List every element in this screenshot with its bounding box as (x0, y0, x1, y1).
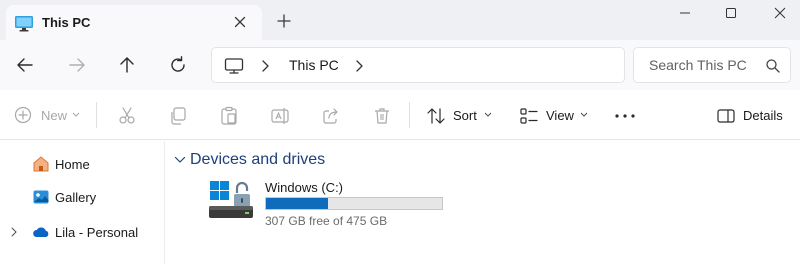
tab-title: This PC (42, 15, 91, 30)
drive-usage-bar (265, 197, 443, 210)
chevron-right-icon[interactable] (259, 58, 271, 74)
view-list-icon (520, 108, 538, 124)
cut-button[interactable] (117, 90, 137, 140)
tab-this-pc[interactable]: This PC (6, 5, 262, 40)
paste-button[interactable] (219, 90, 239, 140)
gallery-icon (33, 190, 49, 204)
sidebar-item-label: Gallery (55, 190, 97, 205)
onedrive-cloud-icon (33, 227, 49, 237)
details-button[interactable]: Details (716, 90, 792, 140)
more-icon (615, 114, 635, 118)
view-button-label: View (546, 108, 574, 123)
chevron-right-icon[interactable] (353, 58, 365, 74)
address-bar[interactable]: This PC (211, 47, 625, 83)
chevron-down-icon (580, 112, 588, 117)
sidebar-item-home[interactable]: Home (0, 149, 165, 179)
sidebar-item-label: Lila - Personal (55, 225, 139, 240)
home-icon (33, 156, 49, 172)
drive-icon (209, 181, 253, 218)
chevron-right-icon[interactable] (9, 227, 19, 237)
close-icon[interactable] (230, 12, 250, 32)
paste-icon (221, 106, 237, 125)
chevron-down-icon (72, 112, 80, 117)
chevron-down-icon[interactable] (174, 155, 186, 165)
delete-button[interactable] (372, 90, 392, 140)
sort-button-label: Sort (453, 108, 477, 123)
share-button[interactable] (321, 90, 341, 140)
search-icon[interactable] (765, 58, 781, 74)
details-pane-icon (717, 109, 735, 123)
copy-button[interactable] (168, 90, 188, 140)
sidebar-item-gallery[interactable]: Gallery (0, 182, 165, 212)
arrow-right-icon[interactable] (65, 53, 89, 77)
cut-icon (119, 107, 135, 124)
command-bar: New Sort View Details (0, 90, 800, 140)
search-input[interactable]: Search This PC (633, 47, 791, 83)
drive-usage-fill (266, 198, 329, 209)
delete-icon (375, 108, 389, 124)
sidebar-item-onedrive[interactable]: Lila - Personal (0, 217, 165, 247)
new-button-label: New (41, 108, 68, 123)
maximize-icon[interactable] (717, 2, 745, 24)
close-icon[interactable] (766, 2, 794, 24)
rename-icon (271, 108, 289, 124)
sort-button[interactable]: Sort (426, 90, 496, 140)
arrow-up-icon[interactable] (115, 53, 139, 77)
copy-icon (171, 107, 186, 125)
view-button[interactable]: View (519, 90, 591, 140)
plus-icon[interactable] (274, 11, 294, 31)
title-bar: This PC (0, 0, 800, 40)
minimize-icon[interactable] (671, 2, 699, 24)
monitor-icon (15, 16, 33, 32)
rename-button[interactable] (270, 90, 290, 140)
new-button[interactable]: New (14, 90, 84, 140)
monitor-icon (224, 58, 244, 74)
plus-circle-icon (14, 106, 32, 124)
chevron-down-icon (484, 112, 492, 117)
sort-icon (427, 108, 445, 124)
sidebar-item-label: Home (55, 157, 90, 172)
divider (409, 102, 410, 128)
drive-name: Windows (C:) (265, 180, 344, 195)
share-icon (323, 108, 338, 124)
more-options-button[interactable] (614, 90, 636, 140)
breadcrumb-this-pc[interactable]: This PC (289, 57, 339, 73)
divider (96, 102, 97, 128)
address-toolbar: This PC Search This PC (0, 40, 800, 90)
refresh-icon[interactable] (166, 53, 190, 77)
drive-free-space: 307 GB free of 475 GB (265, 214, 388, 228)
navigation-pane: Home Gallery Lila - Personal (0, 141, 165, 264)
arrow-left-icon[interactable] (13, 53, 37, 77)
details-button-label: Details (743, 108, 783, 123)
search-placeholder: Search This PC (649, 57, 747, 73)
group-header-devices[interactable]: Devices and drives (190, 151, 325, 169)
drive-item[interactable]: Windows (C:) 307 GB free of 475 GB (208, 177, 448, 229)
file-view: Devices and drives Windows (C:) 307 GB f… (166, 141, 800, 264)
